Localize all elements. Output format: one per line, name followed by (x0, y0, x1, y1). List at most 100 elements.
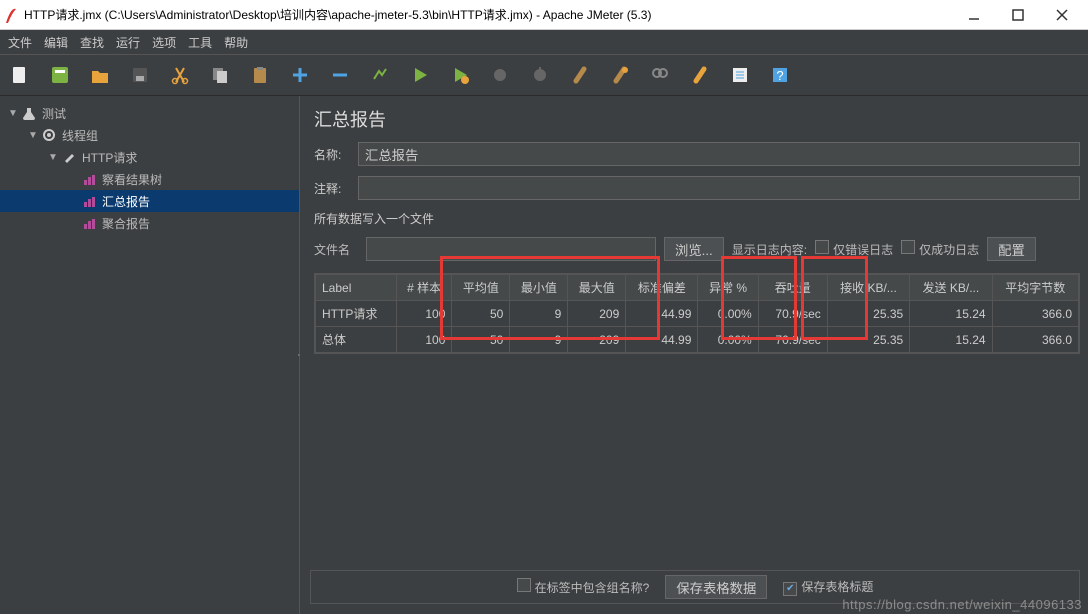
name-input[interactable] (358, 142, 1080, 166)
dropper-icon (60, 148, 78, 166)
cell: 9 (510, 301, 568, 327)
col-header[interactable]: 最小值 (510, 275, 568, 301)
copy-icon[interactable] (208, 63, 232, 87)
toggle-icon[interactable] (368, 63, 392, 87)
only-success-checkbox[interactable]: 仅成功日志 (901, 240, 979, 258)
new-icon[interactable] (8, 63, 32, 87)
results-table: Label# 样本平均值最小值最大值标准偏差异常 %吞吐量接收 KB/...发送… (314, 273, 1080, 354)
menubar: 文件 编辑 查找 运行 选项 工具 帮助 (0, 30, 1088, 54)
open-icon[interactable] (88, 63, 112, 87)
col-header[interactable]: 最大值 (568, 275, 626, 301)
log-display-label: 显示日志内容: (732, 241, 807, 258)
tree-label: 测试 (42, 105, 66, 122)
col-header[interactable]: 平均字节数 (992, 275, 1078, 301)
include-group-checkbox[interactable]: 在标签中包含组名称? (517, 578, 650, 596)
col-header[interactable]: 标准偏差 (626, 275, 698, 301)
chart-icon (80, 192, 98, 210)
cut-icon[interactable] (168, 63, 192, 87)
cell: 50 (452, 327, 510, 353)
cell: 70.9/sec (758, 301, 827, 327)
cell: 44.99 (626, 301, 698, 327)
tree-aggregate-report[interactable]: 聚合报告 (0, 212, 299, 234)
comment-label: 注释: (314, 180, 358, 197)
name-label: 名称: (314, 146, 358, 163)
configure-button[interactable]: 配置 (987, 237, 1036, 261)
app-icon (4, 5, 18, 25)
cell: 70.9/sec (758, 327, 827, 353)
cell: 25.35 (827, 327, 909, 353)
shutdown-icon[interactable] (528, 63, 552, 87)
tree-label: 线程组 (62, 127, 98, 144)
paste-icon[interactable] (248, 63, 272, 87)
only-error-checkbox[interactable]: 仅错误日志 (815, 240, 893, 258)
tree-view-results[interactable]: 察看结果树 (0, 168, 299, 190)
table-row[interactable]: HTTP请求10050920944.990.00%70.9/sec25.3515… (316, 301, 1079, 327)
window-titlebar: HTTP请求.jmx (C:\Users\Administrator\Deskt… (0, 0, 1088, 30)
save-table-data-button[interactable]: 保存表格数据 (665, 575, 767, 599)
col-header[interactable]: 平均值 (452, 275, 510, 301)
panel-title: 汇总报告 (314, 106, 1080, 132)
flask-icon (20, 104, 38, 122)
cell: 9 (510, 327, 568, 353)
minus-icon[interactable] (328, 63, 352, 87)
filename-label: 文件名 (314, 241, 358, 258)
report-icon[interactable] (728, 63, 752, 87)
col-header[interactable]: # 样本 (396, 275, 452, 301)
browse-button[interactable]: 浏览... (664, 237, 724, 261)
watermark: https://blog.csdn.net/weixin_44096133 (842, 597, 1082, 612)
menu-search[interactable]: 查找 (80, 34, 104, 51)
cell: 15.24 (910, 301, 992, 327)
menu-options[interactable]: 选项 (152, 34, 176, 51)
save-icon[interactable] (128, 63, 152, 87)
cell: 366.0 (992, 327, 1078, 353)
search-icon[interactable] (648, 63, 672, 87)
cell: 50 (452, 301, 510, 327)
menu-file[interactable]: 文件 (8, 34, 32, 51)
function-icon[interactable] (688, 63, 712, 87)
save-header-checkbox[interactable]: ✔保存表格标题 (783, 578, 873, 596)
help-icon[interactable]: ? (768, 63, 792, 87)
tree-thread-group[interactable]: ▼ 线程组 (0, 124, 299, 146)
close-button[interactable] (1040, 1, 1084, 29)
filename-input[interactable] (366, 237, 656, 261)
menu-edit[interactable]: 编辑 (44, 34, 68, 51)
clear-all-icon[interactable] (608, 63, 632, 87)
tree-http-request[interactable]: ▼ HTTP请求 (0, 146, 299, 168)
cell: 100 (396, 301, 452, 327)
window-title: HTTP请求.jmx (C:\Users\Administrator\Deskt… (24, 6, 952, 23)
chart-icon (80, 214, 98, 232)
menu-run[interactable]: 运行 (116, 34, 140, 51)
table-row[interactable]: 总体10050920944.990.00%70.9/sec25.3515.243… (316, 327, 1079, 353)
tree-test-plan[interactable]: ▼ 测试 (0, 102, 299, 124)
minimize-button[interactable] (952, 1, 996, 29)
col-header[interactable]: 吞吐量 (758, 275, 827, 301)
gear-icon (40, 126, 58, 144)
comment-input[interactable] (358, 176, 1080, 200)
file-section-label: 所有数据写入一个文件 (314, 210, 1080, 227)
tree-label: 聚合报告 (102, 215, 150, 232)
col-header[interactable]: Label (316, 275, 397, 301)
cell: 366.0 (992, 301, 1078, 327)
col-header[interactable]: 接收 KB/... (827, 275, 909, 301)
cell: 44.99 (626, 327, 698, 353)
tree-summary-report[interactable]: 汇总报告 (0, 190, 299, 212)
start-icon[interactable] (408, 63, 432, 87)
cell: 0.00% (698, 327, 758, 353)
cell: 209 (568, 301, 626, 327)
menu-help[interactable]: 帮助 (224, 34, 248, 51)
clear-icon[interactable] (568, 63, 592, 87)
templates-icon[interactable] (48, 63, 72, 87)
toolbar: ? (0, 54, 1088, 96)
menu-tools[interactable]: 工具 (188, 34, 212, 51)
maximize-button[interactable] (996, 1, 1040, 29)
cell: 15.24 (910, 327, 992, 353)
cell: 总体 (316, 327, 397, 353)
cell: 209 (568, 327, 626, 353)
col-header[interactable]: 异常 % (698, 275, 758, 301)
cell: HTTP请求 (316, 301, 397, 327)
tree-label: HTTP请求 (82, 149, 137, 166)
stop-icon[interactable] (488, 63, 512, 87)
col-header[interactable]: 发送 KB/... (910, 275, 992, 301)
start-no-pause-icon[interactable] (448, 63, 472, 87)
plus-icon[interactable] (288, 63, 312, 87)
